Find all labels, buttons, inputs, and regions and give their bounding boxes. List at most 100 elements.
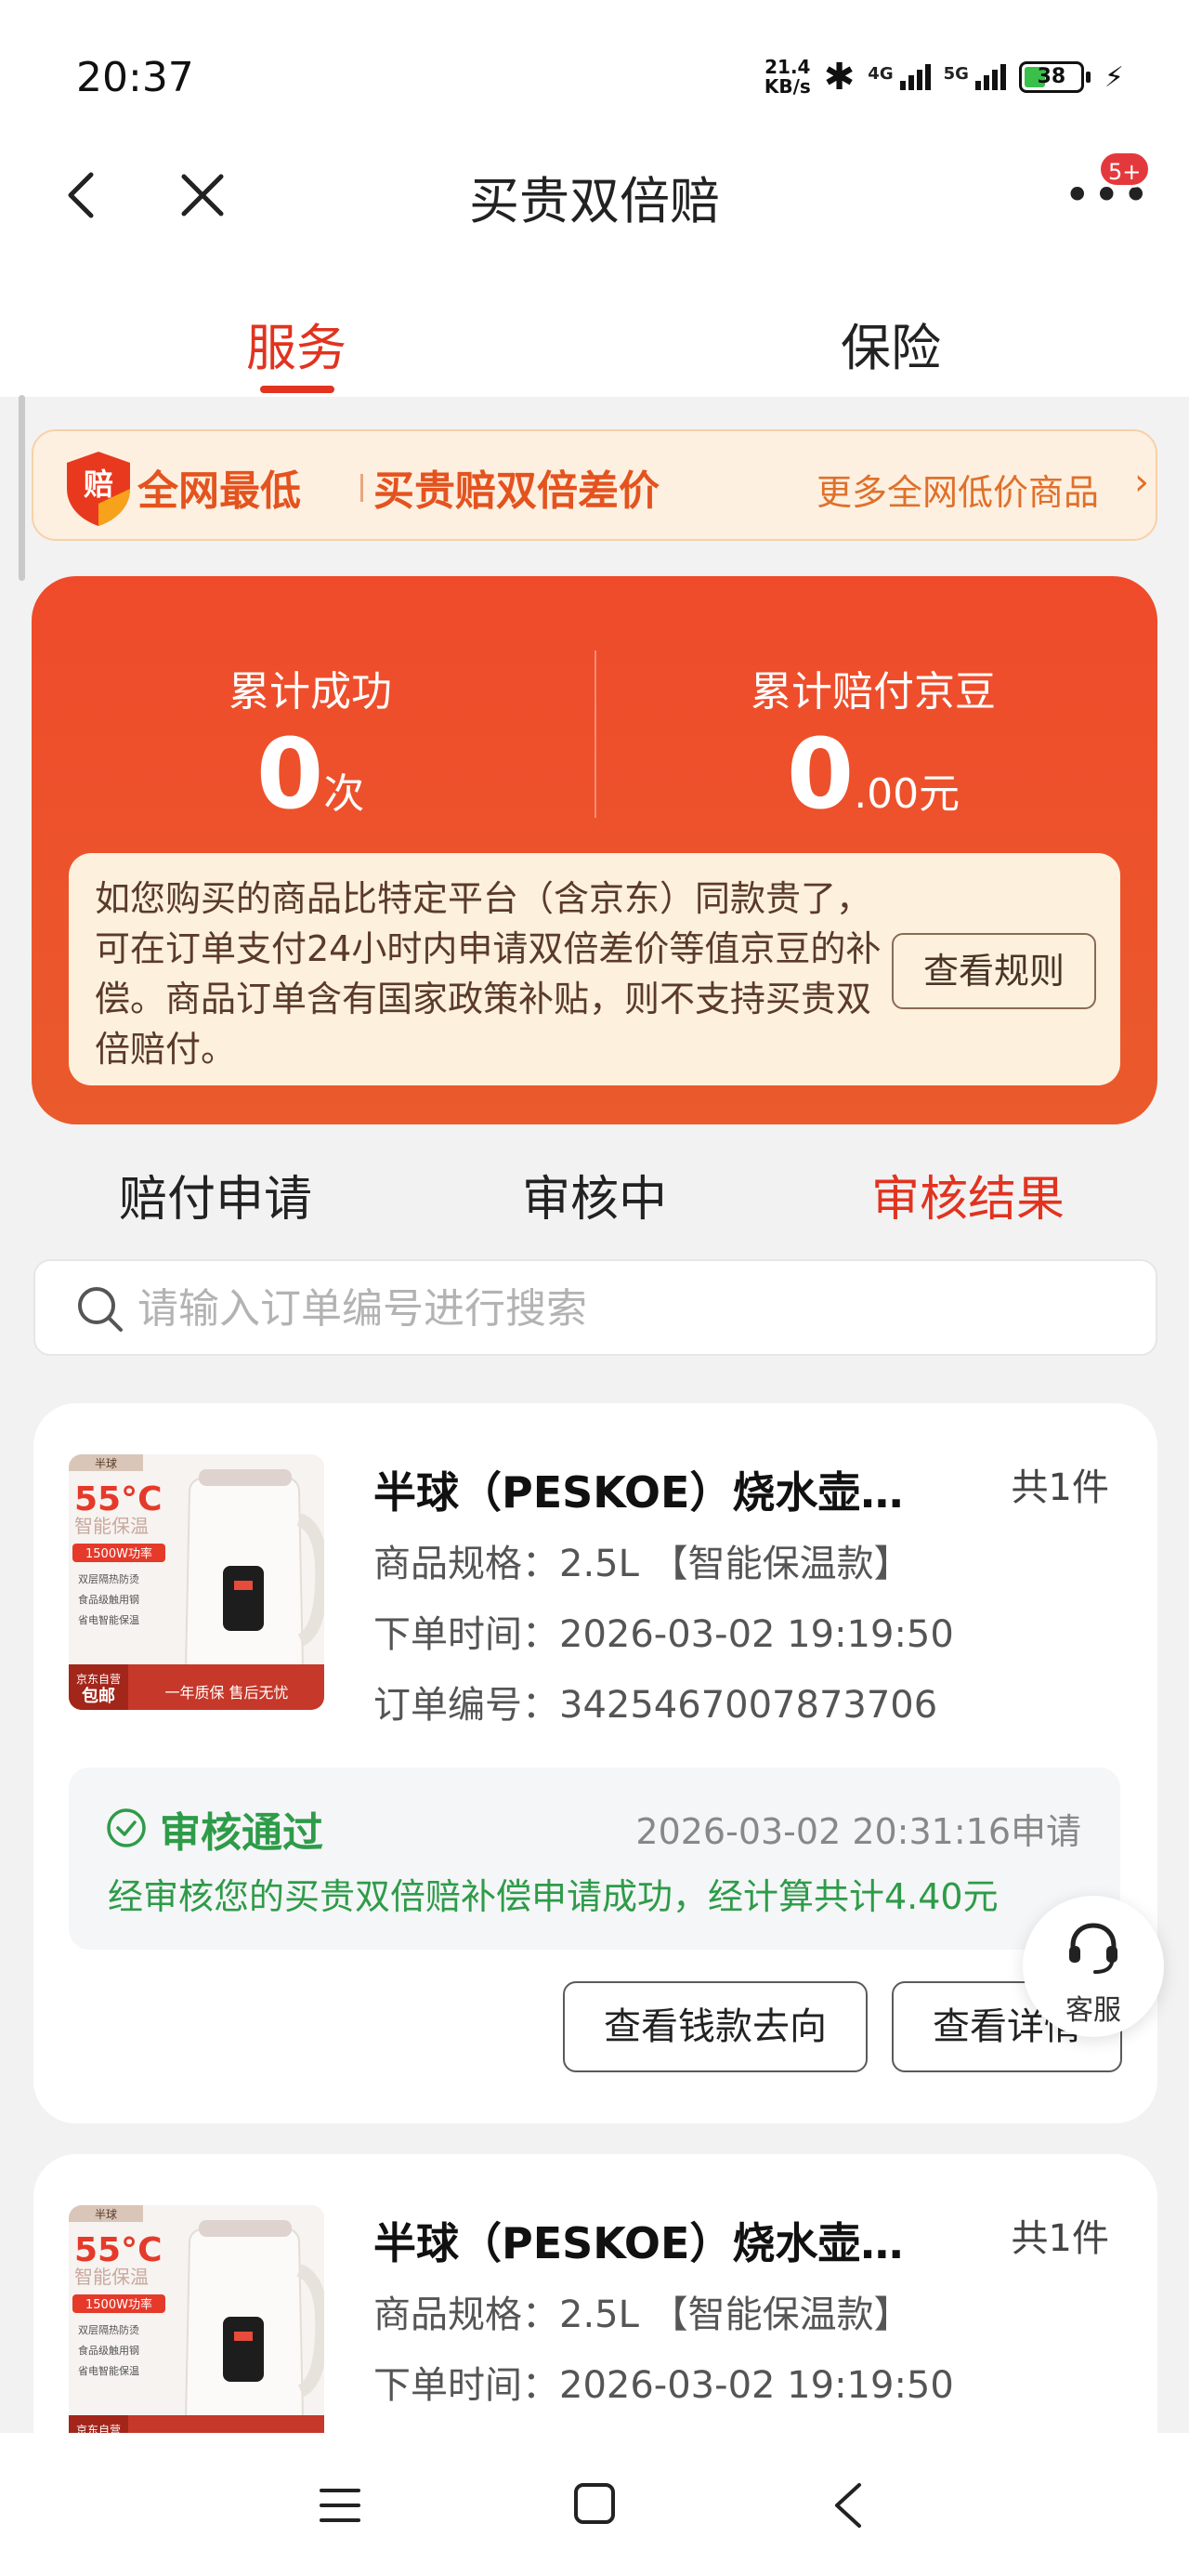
lowest-price-banner[interactable]: 赔 全网最低 买贵赔双倍差价 更多全网低价商品 › — [32, 429, 1157, 541]
signal-4g-icon: 4G — [868, 64, 931, 90]
shield-icon: 赔 — [67, 452, 130, 526]
paid-beans-dec: .00元 — [854, 770, 960, 818]
image-feat3: 省电智能保温 — [78, 1613, 139, 1626]
search-input[interactable] — [137, 1280, 1122, 1337]
tab-under-review[interactable]: 审核中 — [522, 1160, 667, 1229]
kettle-image: 半球 55°C 智能保温 1500W功率 双层隔热防烫 食品级触用钢 省电智能保… — [69, 1454, 324, 1710]
search-bar[interactable] — [33, 1259, 1157, 1356]
battery-icon: 38 — [1018, 61, 1091, 93]
kettle-image: 半球 55°C 智能保温 1500W功率 双层隔热防烫 食品级触用钢 省电智能保… — [69, 2205, 324, 2461]
order-time-label: 下单时间： — [373, 1613, 559, 1656]
notice-text: 如您购买的商品比特定平台（含京东）同款贵了，可在订单支付24小时内申请双倍差价等… — [95, 878, 882, 1070]
product-spec: 商品规格：2.5L 【智能保温款】 — [373, 1533, 911, 1587]
review-status: 审核通过 — [160, 1809, 323, 1857]
order-time-label: 下单时间： — [373, 2364, 559, 2407]
product-image[interactable]: 半球 55°C 智能保温 1500W功率 双层隔热防烫 食品级触用钢 省电智能保… — [69, 1454, 324, 1710]
image-brand: 半球 — [95, 2208, 117, 2221]
more-low-price-link[interactable]: 更多全网低价商品 — [817, 464, 1099, 515]
view-rules-button[interactable]: 查看规则 — [892, 933, 1096, 1009]
review-description: 经审核您的买贵双倍赔补偿申请成功，经计算共计4.40元 — [108, 1876, 999, 1917]
menu-icon[interactable] — [319, 2485, 361, 2526]
review-time: 2026-03-02 20:31:16申请 — [635, 1811, 1081, 1852]
claim-status-tabs: 赔付申请 审核中 审核结果 — [0, 1152, 1189, 1229]
image-mode: 智能保温 — [74, 1515, 149, 1537]
top-tabs: 服务 保险 — [0, 256, 1189, 397]
order-number-value: 3425467007873706 — [559, 1684, 938, 1727]
status-time: 20:37 — [76, 54, 194, 101]
success-count-label: 累计成功 — [229, 668, 392, 716]
product-quantity: 共1件 — [1011, 2217, 1109, 2260]
order-time-value: 2026-03-02 19:19:50 — [559, 2364, 954, 2407]
success-count-unit: 次 — [323, 770, 365, 818]
tab-review-result[interactable]: 审核结果 — [871, 1160, 1065, 1229]
image-feat1: 双层隔热防烫 — [78, 2323, 139, 2336]
headset-icon — [1069, 1923, 1117, 1974]
rules-notice: 如您购买的商品比特定平台（含京东）同款贵了，可在订单支付24小时内申请双倍差价等… — [69, 853, 1120, 1085]
image-power: 1500W功率 — [85, 1546, 152, 1561]
search-icon — [78, 1287, 123, 1332]
tab-service[interactable]: 服务 — [246, 307, 346, 380]
status-icons: 21.4 KB/s ✱ 4G 5G 38 ⚡ — [764, 56, 1124, 99]
stats-card: 累计成功 0次 累计赔付京豆 0.00元 如您购买的商品比特定平台（含京东）同款… — [32, 576, 1157, 1124]
chevron-right-icon: › — [1134, 461, 1149, 504]
product-quantity: 共1件 — [1011, 1466, 1109, 1509]
image-power: 1500W功率 — [85, 2297, 152, 2312]
customer-service-button[interactable]: 客服 — [1023, 1896, 1164, 2037]
order-card: 半球 55°C 智能保温 1500W功率 双层隔热防烫 食品级触用钢 省电智能保… — [33, 1403, 1157, 2123]
check-circle-icon — [107, 1808, 146, 1847]
product-image[interactable]: 半球 55°C 智能保温 1500W功率 双层隔热防烫 食品级触用钢 省电智能保… — [69, 2205, 324, 2461]
net-speed: 21.4 KB/s — [764, 58, 811, 97]
product-spec: 商品规格：2.5L 【智能保温款】 — [373, 2284, 911, 2338]
paid-beans-label: 累计赔付京豆 — [751, 668, 996, 716]
order-number: 订单编号：3425467007873706 — [373, 1675, 937, 1728]
paid-beans-int: 0 — [786, 717, 855, 831]
image-mode: 智能保温 — [74, 2266, 149, 2288]
banner-lead: 全网最低 — [137, 467, 301, 515]
banner-subtitle: 买贵赔双倍差价 — [373, 467, 660, 515]
spec-label: 商品规格： — [373, 2293, 559, 2336]
banner-divider — [360, 474, 363, 502]
net-speed-value: 21.4 — [764, 56, 811, 78]
scroll-indicator — [19, 395, 25, 581]
image-feat2: 食品级触用钢 — [78, 2344, 139, 2357]
image-jd: 京东自营 — [76, 1673, 121, 1686]
success-count-value: 0次 — [32, 717, 589, 831]
signal-5g-label: 5G — [943, 64, 969, 84]
paid-beans-value: 0.00元 — [589, 717, 1157, 831]
image-feat2: 食品级触用钢 — [78, 1593, 139, 1606]
spec-value: 2.5L 【智能保温款】 — [559, 1543, 911, 1585]
bluetooth-icon: ✱ — [823, 56, 856, 99]
image-feat3: 省电智能保温 — [78, 2364, 139, 2377]
status-bar: 20:37 21.4 KB/s ✱ 4G 5G 38 ⚡ — [0, 0, 1189, 139]
home-icon[interactable] — [572, 2481, 617, 2526]
shield-char: 赔 — [84, 467, 113, 502]
image-brand: 半球 — [95, 1457, 117, 1470]
bolt-icon: ⚡ — [1104, 60, 1124, 94]
product-name[interactable]: 半球（PESKOE）烧水壶热水壶电热水壶 — [373, 1459, 940, 1520]
order-time: 下单时间：2026-03-02 19:19:50 — [373, 1604, 954, 1658]
back-icon[interactable] — [830, 2479, 867, 2531]
signal-5g-icon: 5G — [944, 64, 1006, 90]
system-nav-bar — [0, 2433, 1189, 2576]
image-warranty: 一年质保 售后无忧 — [164, 1684, 288, 1702]
view-money-flow-button[interactable]: 查看钱款去向 — [563, 1981, 868, 2072]
order-number-label: 订单编号： — [373, 1684, 559, 1727]
tab-claim-apply[interactable]: 赔付申请 — [119, 1160, 312, 1229]
spec-value: 2.5L 【智能保温款】 — [559, 2293, 911, 2336]
page-title: 买贵双倍赔 — [469, 172, 720, 230]
notification-badge: 5+ — [1098, 151, 1152, 188]
image-feat1: 双层隔热防烫 — [78, 1572, 139, 1585]
image-temp: 55°C — [74, 1480, 163, 1518]
order-time: 下单时间：2026-03-02 19:19:50 — [373, 2355, 954, 2409]
more-icon[interactable]: ••• — [1064, 172, 1151, 218]
active-tab-indicator — [260, 386, 334, 393]
app-header: 买贵双倍赔 ••• 5+ — [0, 139, 1189, 256]
order-time-value: 2026-03-02 19:19:50 — [559, 1613, 954, 1656]
image-ship: 包邮 — [82, 1686, 115, 1706]
spec-label: 商品规格： — [373, 1543, 559, 1585]
product-name[interactable]: 半球（PESKOE）烧水壶热水壶电热水壶 — [373, 2210, 940, 2271]
review-result-box: 审核通过 2026-03-02 20:31:16申请 经审核您的买贵双倍赔补偿申… — [69, 1768, 1120, 1950]
success-count-number: 0 — [255, 717, 324, 831]
signal-4g-label: 4G — [868, 64, 894, 84]
tab-insurance[interactable]: 保险 — [841, 307, 941, 380]
